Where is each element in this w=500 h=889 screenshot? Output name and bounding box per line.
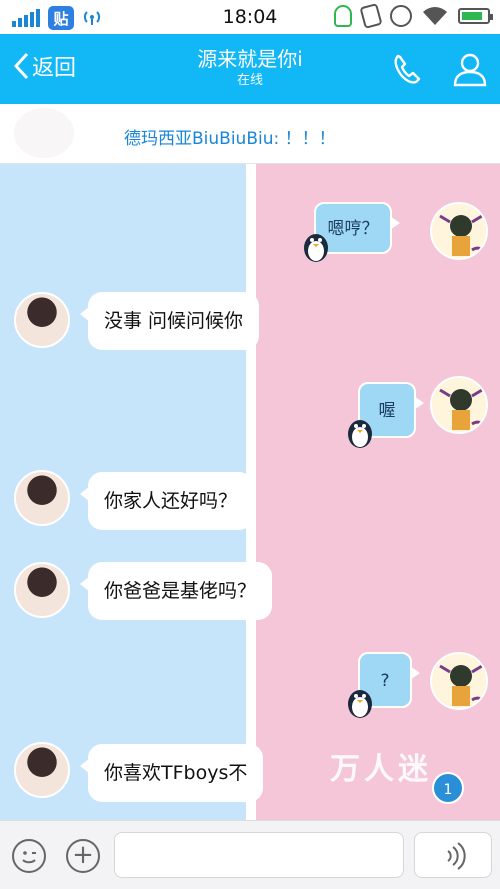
emoji-icon	[22, 851, 36, 864]
phone-icon	[394, 54, 421, 84]
message-input[interactable]	[114, 832, 404, 878]
voice-icon	[447, 842, 466, 870]
unread-badge[interactable]: 1	[432, 772, 464, 804]
alarm-icon	[390, 5, 412, 27]
my-avatar[interactable]	[430, 652, 488, 710]
rotate-icon	[359, 3, 383, 29]
message-text: ?	[380, 671, 390, 691]
profile-button[interactable]	[450, 50, 490, 88]
wifi-icon	[422, 6, 448, 26]
message-bubble-incoming[interactable]: 你喜欢TFboys不	[79, 744, 264, 802]
plus-button[interactable]: +	[66, 839, 100, 873]
contact-avatar[interactable]	[14, 292, 70, 348]
message-text: 你喜欢TFboys不	[104, 762, 248, 784]
back-label: 返回	[32, 56, 77, 81]
message-text: 喔	[378, 401, 396, 421]
penguin-icon	[348, 420, 372, 448]
voice-button[interactable]	[414, 832, 492, 878]
penguin-icon	[304, 234, 328, 262]
penguin-icon	[348, 690, 372, 718]
chat-area[interactable]: 嗯哼？ 没事 问候问候你 喔 你家人还好吗？ 你爸爸是基佬吗？ ? 你喜欢TFb…	[0, 164, 500, 820]
cartoon-avatar-icon	[439, 214, 483, 258]
message-bubble-incoming[interactable]: 你爸爸是基佬吗？	[79, 562, 273, 620]
bulb-icon	[334, 5, 352, 27]
message-bubble-incoming[interactable]: 没事 问候问候你	[79, 292, 260, 350]
chevron-left-icon	[13, 52, 29, 80]
plus-icon: +	[72, 840, 94, 870]
call-button[interactable]	[388, 50, 428, 88]
my-avatar[interactable]	[430, 376, 488, 434]
pinned-banner[interactable]: 德玛西亚BiuBiuBiu: ！！！	[0, 104, 500, 164]
my-avatar[interactable]	[430, 202, 488, 260]
message-text: 嗯哼？	[327, 219, 379, 239]
contact-avatar[interactable]	[14, 562, 70, 618]
message-bubble-incoming[interactable]: 你家人还好吗？	[79, 472, 254, 530]
status-bar: 贴 18:04	[0, 0, 500, 34]
emoji-button[interactable]	[12, 839, 46, 873]
cartoon-avatar-icon	[439, 664, 483, 708]
background-watermark: 万人迷	[330, 752, 432, 787]
back-button[interactable]: 返回	[12, 50, 76, 82]
banner-text: 德玛西亚BiuBiuBiu: ！！！	[124, 129, 336, 149]
contact-avatar[interactable]	[14, 470, 70, 526]
message-text: 没事 问候问候你	[104, 310, 244, 332]
message-text: 你爸爸是基佬吗？	[104, 580, 257, 602]
person-icon	[453, 53, 487, 87]
chat-header: 返回 源来就是你i 在线	[0, 34, 500, 104]
message-text: 你家人还好吗？	[104, 490, 238, 512]
input-bar: +	[0, 820, 500, 889]
contact-avatar[interactable]	[14, 742, 70, 798]
battery-icon	[458, 8, 493, 24]
banner-avatar	[14, 108, 74, 158]
cartoon-avatar-icon	[439, 388, 483, 432]
